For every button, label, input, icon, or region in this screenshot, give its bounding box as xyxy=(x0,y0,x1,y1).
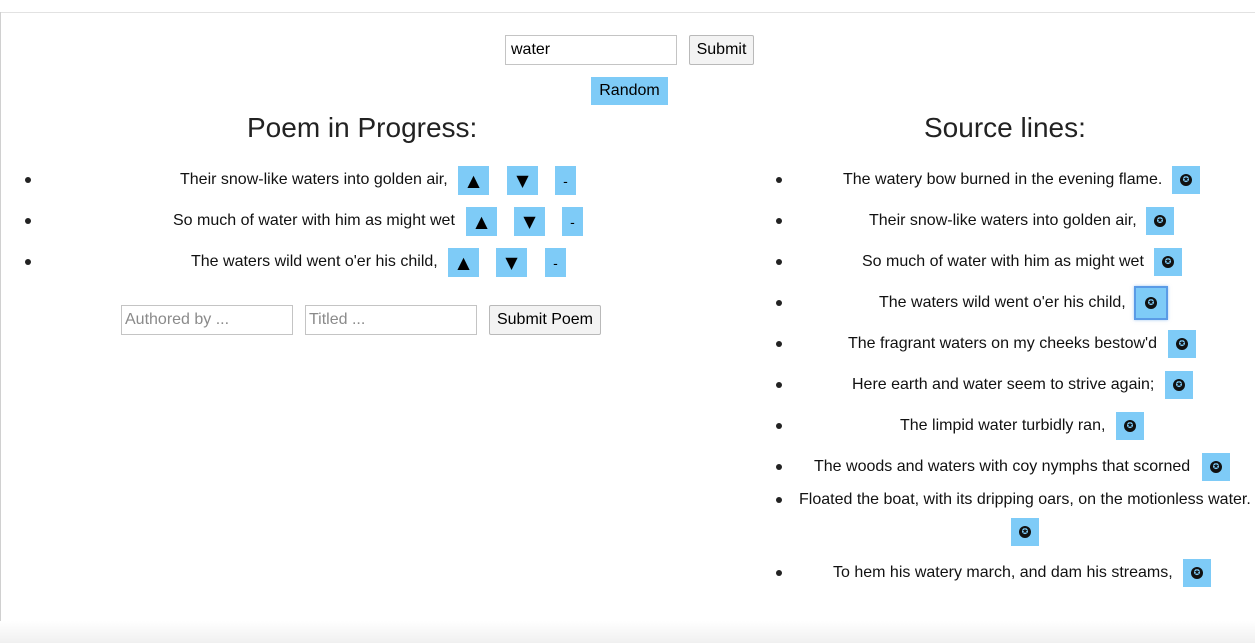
source-line-text: Here earth and water seem to strive agai… xyxy=(852,376,1155,393)
search-submit-button[interactable]: Submit xyxy=(689,35,754,65)
list-bullet xyxy=(776,570,782,576)
add-line-button[interactable]: ✪ xyxy=(1168,330,1196,358)
remove-line-button[interactable]: - xyxy=(562,207,583,236)
remove-line-button[interactable]: - xyxy=(555,166,576,195)
list-bullet xyxy=(776,177,782,183)
poem-line-text: So much of water with him as might wet xyxy=(173,212,455,229)
move-down-button[interactable]: ▼ xyxy=(514,207,545,236)
add-star-icon: ✪ xyxy=(1162,256,1174,268)
add-line-button[interactable]: ✪ xyxy=(1183,559,1211,587)
arrow-down-icon: ▼ xyxy=(523,212,536,231)
add-star-icon: ✪ xyxy=(1210,461,1222,473)
add-line-button[interactable]: ✪ xyxy=(1202,453,1230,481)
add-star-icon: ✪ xyxy=(1124,420,1136,432)
add-line-button[interactable]: ✪ xyxy=(1154,248,1182,276)
poem-line-text: The waters wild went o'er his child, xyxy=(191,253,438,270)
source-line-text: Their snow-like waters into golden air, xyxy=(869,212,1137,229)
source-line-text: The limpid water turbidly ran, xyxy=(900,417,1106,434)
source-line-text: The watery bow burned in the evening fla… xyxy=(843,171,1163,188)
poem-line-text: Their snow-like waters into golden air, xyxy=(180,171,448,188)
poem-in-progress-heading: Poem in Progress: xyxy=(247,112,478,143)
search-input[interactable] xyxy=(505,35,677,65)
minus-icon: - xyxy=(563,172,568,189)
arrow-up-icon: ▲ xyxy=(457,253,470,272)
add-line-button[interactable]: ✪ xyxy=(1134,286,1168,320)
app-page: Submit Random Poem in Progress: Their sn… xyxy=(0,0,1255,643)
source-line-text: The woods and waters with coy nymphs tha… xyxy=(814,458,1191,475)
arrow-down-icon: ▼ xyxy=(516,171,529,190)
arrow-up-icon: ▲ xyxy=(467,171,480,190)
list-bullet xyxy=(776,497,782,503)
add-line-button[interactable]: ✪ xyxy=(1165,371,1193,399)
title-field[interactable] xyxy=(305,305,477,335)
list-bullet xyxy=(25,177,31,183)
list-bullet xyxy=(776,341,782,347)
list-bullet xyxy=(25,259,31,265)
source-line-text: Floated the boat, with its dripping oars… xyxy=(799,491,1251,508)
list-bullet xyxy=(25,218,31,224)
list-bullet xyxy=(776,464,782,470)
add-star-icon: ✪ xyxy=(1154,215,1166,227)
add-star-icon: ✪ xyxy=(1145,297,1157,309)
minus-icon: - xyxy=(553,254,558,271)
source-line-text: So much of water with him as might wet xyxy=(862,253,1144,270)
move-down-button[interactable]: ▼ xyxy=(507,166,538,195)
add-star-icon: ✪ xyxy=(1176,338,1188,350)
add-star-icon: ✪ xyxy=(1191,567,1203,579)
source-line-text: The fragrant waters on my cheeks bestow'… xyxy=(848,335,1157,352)
submit-poem-button[interactable]: Submit Poem xyxy=(489,305,601,335)
add-line-button[interactable]: ✪ xyxy=(1116,412,1144,440)
arrow-down-icon: ▼ xyxy=(505,253,518,272)
left-edge-divider xyxy=(0,12,1,643)
move-up-button[interactable]: ▲ xyxy=(466,207,497,236)
top-divider xyxy=(0,12,1255,13)
list-bullet xyxy=(776,423,782,429)
source-line-text: To hem his watery march, and dam his str… xyxy=(833,564,1173,581)
move-up-button[interactable]: ▲ xyxy=(448,248,479,277)
minus-icon: - xyxy=(570,213,575,230)
add-line-button[interactable]: ✪ xyxy=(1146,207,1174,235)
source-lines-heading: Source lines: xyxy=(924,112,1086,143)
add-star-icon: ✪ xyxy=(1173,379,1185,391)
add-line-button[interactable]: ✪ xyxy=(1011,518,1039,546)
author-field[interactable] xyxy=(121,305,293,335)
add-star-icon: ✪ xyxy=(1180,174,1192,186)
add-star-icon: ✪ xyxy=(1019,526,1031,538)
move-down-button[interactable]: ▼ xyxy=(496,248,527,277)
list-bullet xyxy=(776,259,782,265)
remove-line-button[interactable]: - xyxy=(545,248,566,277)
arrow-up-icon: ▲ xyxy=(475,212,488,231)
list-bullet xyxy=(776,382,782,388)
list-bullet xyxy=(776,300,782,306)
bottom-edge xyxy=(0,621,1255,643)
move-up-button[interactable]: ▲ xyxy=(458,166,489,195)
list-bullet xyxy=(776,218,782,224)
source-line-text: The waters wild went o'er his child, xyxy=(879,294,1126,311)
add-line-button[interactable]: ✪ xyxy=(1172,166,1200,194)
random-button[interactable]: Random xyxy=(591,77,668,105)
